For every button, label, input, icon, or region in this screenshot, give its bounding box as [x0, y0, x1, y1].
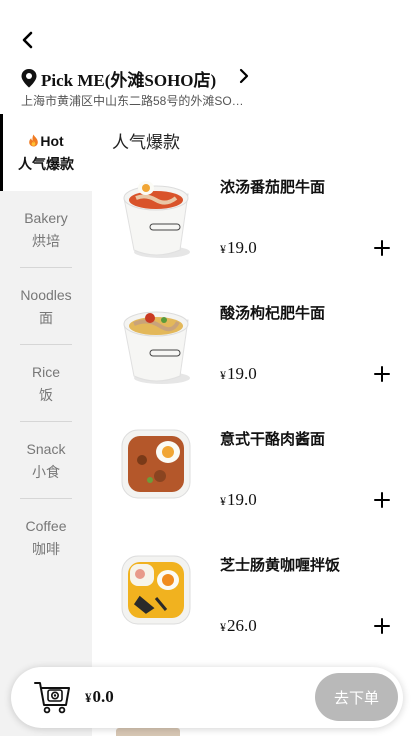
menu-item[interactable]: 意式干酪肉酱面 ¥19.0 [92, 420, 414, 546]
sidebar-item-zh-label: 面 [39, 309, 53, 326]
chevron-right-icon[interactable] [236, 68, 252, 84]
cart-total-value: 0.0 [92, 687, 114, 706]
currency-symbol: ¥ [220, 620, 226, 634]
shopping-cart-icon[interactable] [33, 679, 71, 715]
chevron-left-icon[interactable] [16, 28, 40, 52]
section-title: 人气爆款 [112, 133, 180, 152]
currency-symbol: ¥ [85, 690, 92, 705]
sidebar-item-zh-label: 小食 [32, 463, 60, 480]
menu-item[interactable]: 酸汤枸杞肥牛面 ¥19.0 [92, 294, 414, 420]
sidebar-item-en-label: Snack [26, 440, 66, 457]
add-icon[interactable] [373, 239, 391, 257]
store-address: 上海市黄浦区中山东二路58号的外滩SO… [21, 94, 244, 108]
currency-symbol: ¥ [220, 494, 226, 508]
pasta-bowl-image [121, 429, 191, 499]
add-icon[interactable] [373, 491, 391, 509]
sidebar-item-en-label: Coffee [25, 517, 67, 534]
sidebar-item-en-label: Noodles [20, 286, 72, 303]
sidebar-item-hot[interactable]: Hot 人气爆款 [0, 114, 92, 191]
sidebar-item-en-label: Rice [31, 363, 60, 380]
item-name: 浓汤番茄肥牛面 [220, 179, 326, 196]
sidebar-item-bakery[interactable]: Bakery 烘培 [0, 191, 92, 268]
sidebar-item-zh-label: 饭 [39, 386, 53, 403]
item-price: ¥19.0 [220, 238, 257, 258]
price-value: 19.0 [227, 364, 257, 383]
next-item-image-peek [116, 728, 180, 736]
sidebar-item-zh-label: 咖啡 [32, 540, 60, 557]
noodle-bowl-image [123, 181, 190, 258]
category-sidebar: Hot 人气爆款 Bakery 烘培 Noodles 面 Rice 饭 Snac… [0, 114, 92, 736]
sidebar-item-snack[interactable]: Snack 小食 [0, 422, 92, 499]
sidebar-item-en-label: Bakery [24, 209, 68, 226]
location-pin-icon [21, 69, 37, 88]
menu-item[interactable]: 浓汤番茄肥牛面 ¥19.0 [92, 168, 414, 294]
price-value: 19.0 [227, 490, 257, 509]
sidebar-item-zh-label: 人气爆款 [18, 155, 74, 172]
item-name: 意式干酪肉酱面 [220, 431, 326, 448]
currency-symbol: ¥ [220, 368, 226, 382]
menu-item[interactable]: 芝士肠黄咖喱拌饭 ¥26.0 [92, 546, 414, 672]
sidebar-item-coffee[interactable]: Coffee 咖啡 [0, 499, 92, 576]
item-name: 酸汤枸杞肥牛面 [220, 305, 326, 322]
add-icon[interactable] [373, 365, 391, 383]
sidebar-item-en-label: Hot [28, 130, 64, 152]
price-value: 26.0 [227, 616, 257, 635]
curry-rice-bowl-image [121, 555, 191, 625]
cart-bar: ¥0.0 去下单 [11, 667, 403, 728]
item-name: 芝士肠黄咖喱拌饭 [220, 557, 341, 574]
sidebar-item-noodles[interactable]: Noodles 面 [0, 268, 92, 345]
store-name: Pick ME(外滩SOHO店) [41, 70, 217, 90]
top-bar [0, 0, 414, 60]
noodle-bowl-image [123, 311, 190, 384]
sidebar-item-zh-label: 烘培 [32, 232, 60, 249]
fire-icon [29, 134, 39, 146]
sidebar-en-text: Hot [40, 132, 64, 149]
cart-total: ¥0.0 [85, 687, 114, 707]
item-price: ¥19.0 [220, 364, 257, 384]
item-price: ¥26.0 [220, 616, 257, 636]
sidebar-item-rice[interactable]: Rice 饭 [0, 345, 92, 422]
item-price: ¥19.0 [220, 490, 257, 510]
price-value: 19.0 [227, 238, 257, 257]
checkout-button[interactable]: 去下单 [315, 673, 398, 721]
currency-symbol: ¥ [220, 242, 226, 256]
store-header[interactable]: Pick ME(外滩SOHO店) 上海市黄浦区中山东二路58号的外滩SO… [20, 64, 414, 114]
add-icon[interactable] [373, 617, 391, 635]
